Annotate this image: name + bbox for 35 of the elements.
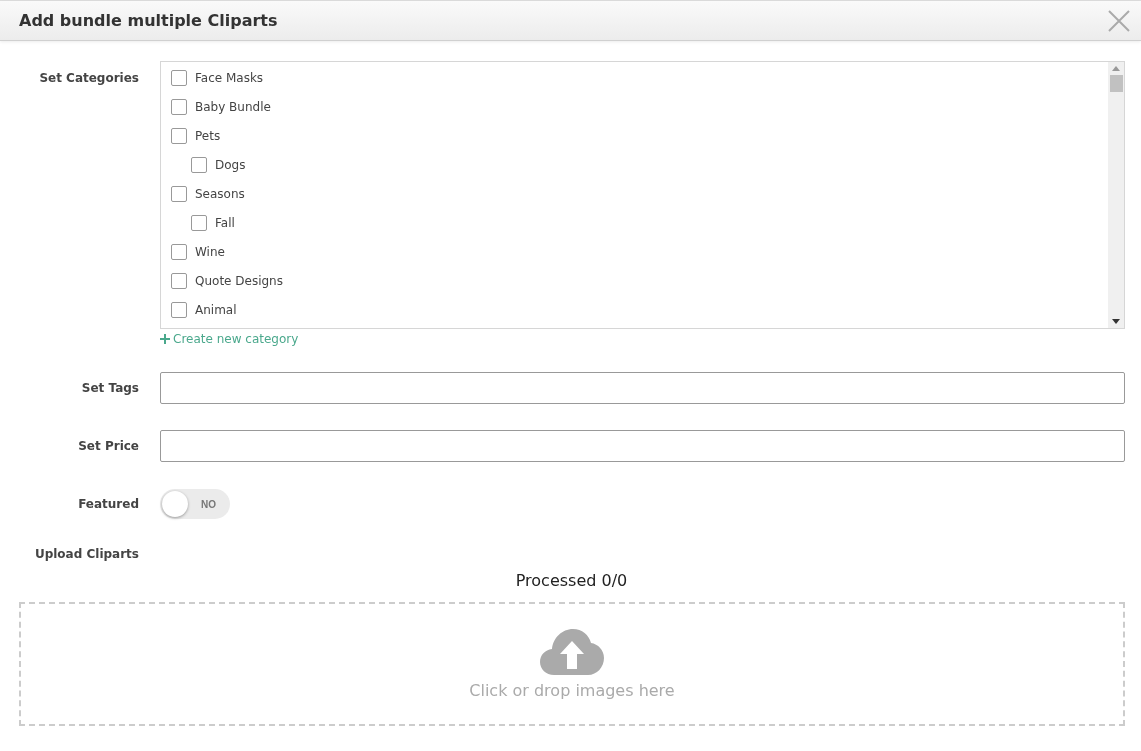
checkbox[interactable] [191, 215, 207, 231]
field-label: Set Categories [38, 70, 139, 85]
field-label: Featured [77, 497, 139, 511]
category-item[interactable]: Dogs [191, 157, 1098, 173]
featured-toggle[interactable]: NO [160, 489, 230, 519]
price-input[interactable] [160, 430, 1125, 462]
processed-status: Processed 0/0 [514, 571, 629, 590]
category-item[interactable]: Pets [171, 128, 1098, 144]
cloud-upload-icon [540, 628, 604, 675]
checkbox[interactable] [171, 99, 187, 115]
category-item[interactable]: Baby Bundle [171, 99, 1098, 115]
scroll-down-icon[interactable] [1112, 319, 1120, 324]
close-button[interactable] [1107, 8, 1131, 33]
field-label: Upload Cliparts [33, 547, 139, 561]
scrollbar[interactable] [1108, 62, 1124, 328]
checkbox[interactable] [171, 244, 187, 260]
field-label: Set Price [77, 439, 139, 453]
category-item[interactable]: Seasons [171, 186, 1098, 202]
checkbox[interactable] [191, 157, 207, 173]
category-item[interactable]: Face Masks [171, 70, 1098, 86]
category-item[interactable]: Fall [191, 215, 1098, 231]
field-label: Set Tags [80, 381, 139, 395]
category-item[interactable]: Animal [171, 302, 1098, 318]
scrollbar-thumb[interactable] [1109, 75, 1123, 92]
checkbox[interactable] [171, 186, 187, 202]
scroll-up-icon[interactable] [1112, 66, 1120, 71]
dialog-title: Add bundle multiple Cliparts [19, 11, 278, 30]
checkbox[interactable] [171, 302, 187, 318]
plus-icon [160, 334, 170, 344]
checkbox[interactable] [171, 273, 187, 289]
checkbox[interactable] [171, 70, 187, 86]
category-item[interactable]: Wine [171, 244, 1098, 260]
tags-input[interactable] [160, 372, 1125, 404]
category-item[interactable]: Quote Designs [171, 273, 1098, 289]
checkbox[interactable] [171, 128, 187, 144]
